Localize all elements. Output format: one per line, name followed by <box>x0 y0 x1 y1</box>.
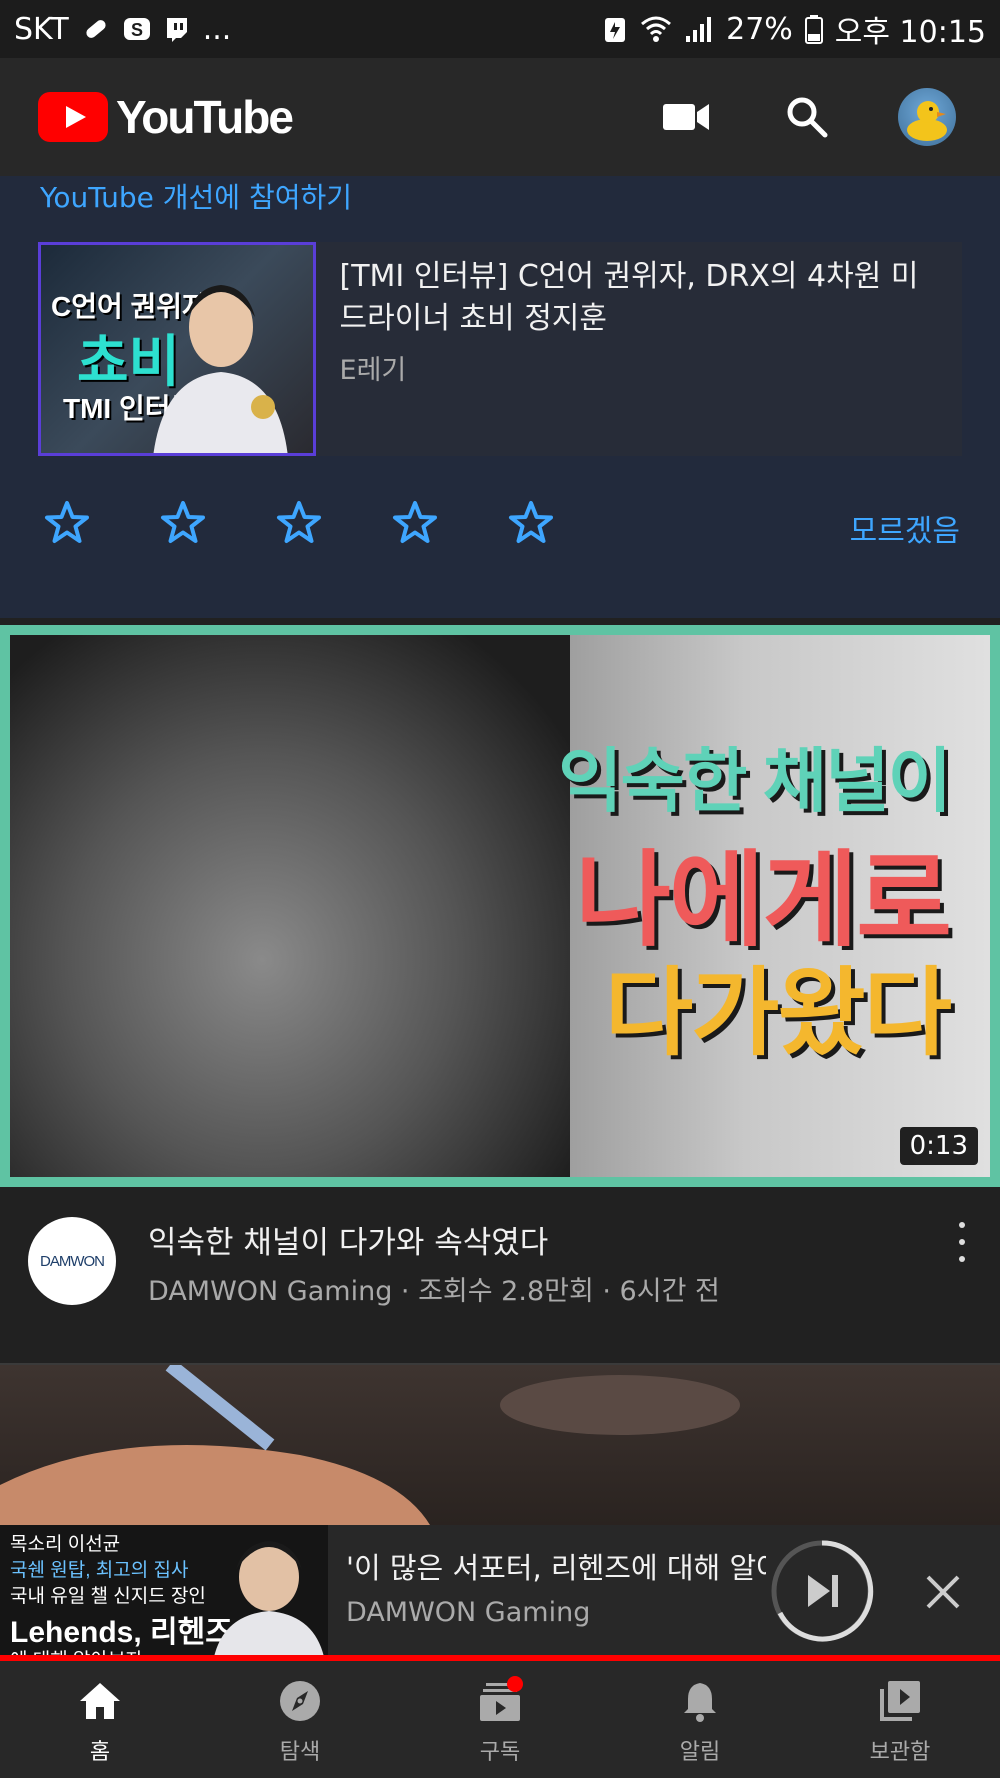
star-3-icon[interactable] <box>274 498 324 548</box>
more-options-icon[interactable] <box>950 1217 974 1267</box>
more-notifications: ... <box>202 11 232 47</box>
video-subtitle: DAMWON Gaming · 조회수 2.8만회 · 6시간 전 <box>148 1276 720 1307</box>
star-2-icon[interactable] <box>158 498 208 548</box>
nav-subscriptions[interactable]: 구독 <box>400 1661 600 1778</box>
video-camera-icon[interactable] <box>652 82 722 152</box>
close-icon[interactable] <box>916 1565 970 1619</box>
battery-saver-icon <box>602 14 628 44</box>
mini-thumb-line-2: 국쉔 원탑, 최고의 집사 <box>10 1560 189 1581</box>
hand-with-pen-image <box>0 1365 740 1525</box>
youtube-play-icon <box>38 92 108 142</box>
nav-explore-label: 탐색 <box>279 1739 321 1765</box>
subscriptions-badge <box>507 1675 523 1692</box>
video-meta: DAMWON 익숙한 채널이 다가와 속삭였다 DAMWON Gaming · … <box>0 1187 1000 1363</box>
app-bar: YouTube <box>0 58 1000 176</box>
carrier-label: SKT <box>14 11 69 47</box>
mini-player-title: '이 많은 서포터, 리헨즈에 대해 알아 <box>346 1551 766 1585</box>
play-next-icon[interactable] <box>770 1539 874 1643</box>
duck-avatar-icon <box>907 101 947 141</box>
star-1-icon[interactable] <box>42 498 92 548</box>
library-icon <box>873 1674 927 1728</box>
nav-explore[interactable]: 탐색 <box>200 1661 400 1778</box>
rating-stars <box>42 498 556 548</box>
mini-player-channel: DAMWON Gaming <box>346 1597 591 1628</box>
channel-avatar[interactable]: DAMWON <box>28 1217 116 1305</box>
duration-badge: 0:13 <box>899 1127 978 1165</box>
video-thumbnail[interactable]: 익숙한 채널이 나에게로 다가왔다 0:13 <box>0 625 1000 1187</box>
survey-video-thumbnail[interactable]: C언어 권위자 쵸비 TMI 인터뷰 <box>38 242 316 456</box>
nav-home-label: 홈 <box>89 1739 111 1765</box>
pill-icon <box>81 14 111 44</box>
player-portrait <box>153 285 287 453</box>
survey-panel: YouTube 개선에 참여하기 C언어 권위자 쵸비 TMI 인터뷰 [TMI… <box>0 176 1000 618</box>
thumbnail-face-image <box>10 635 570 1177</box>
search-icon[interactable] <box>772 82 842 152</box>
nav-home[interactable]: 홈 <box>0 1661 200 1778</box>
dont-know-button[interactable]: 모르겠음 <box>850 506 960 550</box>
account-avatar[interactable] <box>892 82 962 152</box>
survey-channel-name: E레기 <box>339 355 407 386</box>
survey-video-card[interactable]: C언어 권위자 쵸비 TMI 인터뷰 [TMI 인터뷰] C언어 권위자, DR… <box>38 242 962 456</box>
thumb-headline-3: 다가왔다 <box>604 960 952 1067</box>
wifi-icon <box>640 14 672 44</box>
mini-player[interactable]: 목소리 이선균 국쉔 원탑, 최고의 집사 국내 유일 챌 신지드 장인 Leh… <box>0 1525 1000 1661</box>
clock: 오후 10:15 <box>834 15 986 50</box>
app-s-icon: S <box>123 15 151 43</box>
home-icon <box>73 1674 127 1728</box>
mini-thumb-line-3: 국내 유일 챌 신지드 장인 <box>10 1586 206 1607</box>
subscriptions-icon <box>473 1674 527 1728</box>
bell-icon <box>673 1674 727 1728</box>
youtube-logo[interactable]: YouTube <box>38 90 294 144</box>
thumb-headline-1: 익숙한 채널이 <box>558 742 952 820</box>
mini-player-thumbnail[interactable]: 목소리 이선균 국쉔 원탑, 최고의 집사 국내 유일 챌 신지드 장인 Leh… <box>0 1525 328 1657</box>
battery-icon <box>804 14 823 44</box>
nav-notifications-label: 알림 <box>679 1739 721 1765</box>
video-title[interactable]: 익숙한 채널이 다가와 속삭였다 <box>148 1217 548 1262</box>
survey-video-title: [TMI 인터뷰] C언어 권위자, DRX의 4차원 미드라이너 쵸비 정지훈 <box>339 259 919 336</box>
survey-link[interactable]: YouTube 개선에 참여하기 <box>40 176 352 216</box>
battery-percent: 27% <box>726 11 793 47</box>
star-5-icon[interactable] <box>506 498 556 548</box>
nav-notifications[interactable]: 알림 <box>600 1661 800 1778</box>
logo-text: YouTube <box>116 91 294 143</box>
explore-icon <box>273 1674 327 1728</box>
mini-thumb-line-1: 목소리 이선균 <box>10 1534 121 1555</box>
nav-subscriptions-label: 구독 <box>479 1739 521 1765</box>
channel-avatar-text: DAMWON <box>40 1252 105 1270</box>
svg-text:S: S <box>131 20 143 40</box>
status-bar: SKT S ... 27% 오후 10:15 <box>0 0 1000 58</box>
mini-thumb-portrait <box>214 1541 324 1657</box>
twitch-icon <box>163 15 191 43</box>
nav-library[interactable]: 보관함 <box>800 1661 1000 1778</box>
signal-icon <box>684 14 714 44</box>
bottom-nav: 홈 탐색 구독 알림 보관함 <box>0 1661 1000 1778</box>
nav-library-label: 보관함 <box>869 1739 931 1765</box>
star-4-icon[interactable] <box>390 498 440 548</box>
next-video-thumbnail[interactable] <box>0 1365 1000 1525</box>
